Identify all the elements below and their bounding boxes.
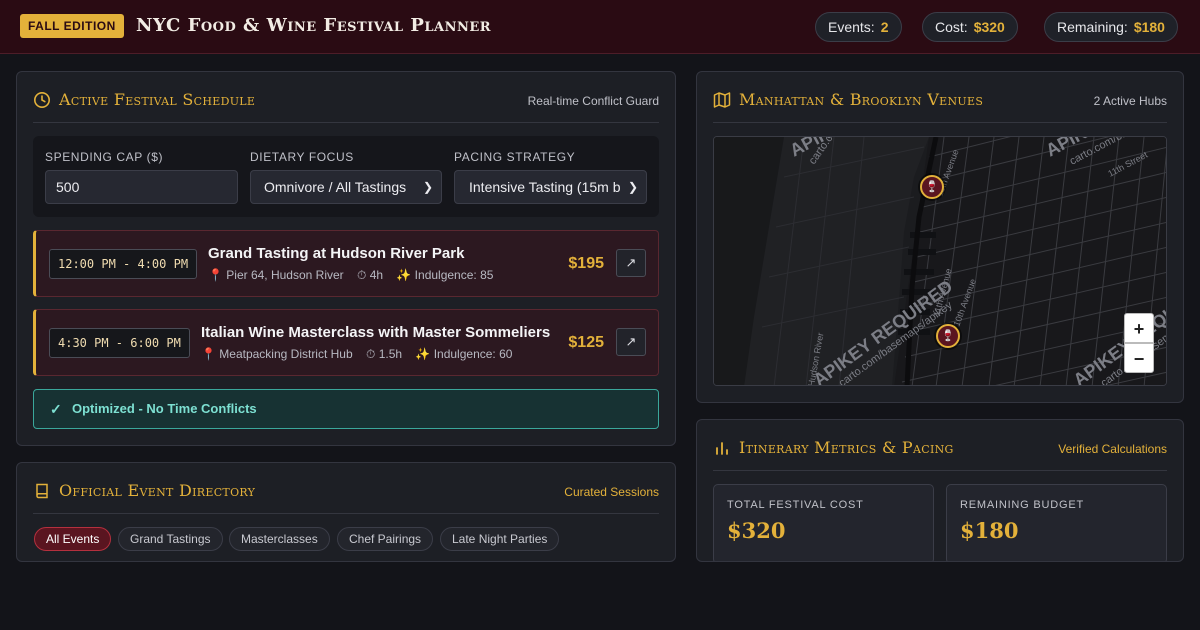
directory-title: Official Event Directory — [59, 481, 256, 500]
events-count-pill: Events: 2 — [815, 12, 902, 42]
conflict-status-text: Optimized - No Time Conflicts — [72, 401, 257, 416]
remaining-budget-card: Remaining Budget $180 — [946, 484, 1167, 561]
event-location: 📍 Pier 64, Hudson River — [208, 268, 344, 282]
total-cost-label: Total Festival Cost — [727, 499, 864, 511]
scheduled-event[interactable]: 4:30 PM - 6:00 PM Italian Wine Mastercla… — [33, 309, 659, 376]
remaining-label: Remaining: — [1057, 19, 1128, 35]
event-time: 4:30 PM - 6:00 PM — [49, 328, 190, 358]
total-cost-value: $320 — [727, 518, 786, 543]
schedule-panel-header: Active Festival Schedule Real-time Confl… — [33, 88, 659, 123]
planner-controls: Spending Cap ($) 500 Dietary Focus Omniv… — [33, 136, 659, 217]
venues-panel-header: Manhattan & Brooklyn Venues 2 Active Hub… — [713, 88, 1167, 123]
chevron-down-icon: ❯ — [418, 171, 433, 203]
total-cost-card: Total Festival Cost $320 — [713, 484, 934, 561]
zoom-in-button[interactable]: + — [1124, 313, 1154, 343]
event-meta: 📍 Meatpacking District Hub ⏱ 1.5h ✨ Indu… — [201, 347, 522, 362]
zoom-out-button[interactable]: − — [1124, 343, 1154, 373]
event-meta: 📍 Pier 64, Hudson River ⏱ 4h ✨ Indulgenc… — [208, 268, 503, 283]
dietary-focus-value: Omnivore / All Tastings — [264, 179, 407, 195]
filter-chip-late-night-parties[interactable]: Late Night Parties — [440, 527, 560, 551]
filter-chip-grand-tastings[interactable]: Grand Tastings — [118, 527, 223, 551]
app-header: FALL EDITION NYC Food & Wine Festival Pl… — [0, 0, 1200, 54]
bar-chart-icon — [716, 442, 728, 455]
events-count-value: 2 — [880, 19, 889, 35]
event-duration: ⏱ 1.5h — [366, 347, 403, 361]
conflict-guard-label: Real-time Conflict Guard — [527, 94, 659, 108]
cost-label: Cost: — [935, 19, 968, 35]
remaining-budget-label: Remaining Budget — [960, 499, 1085, 511]
remaining-budget-value: $180 — [960, 518, 1019, 543]
check-icon: ✓ — [50, 401, 62, 417]
filter-chip-all-events[interactable]: All Events — [34, 527, 112, 551]
cost-value: $320 — [973, 19, 1005, 35]
curated-sessions-label: Curated Sessions — [564, 485, 659, 499]
event-indulgence: ✨ Indulgence: 85 — [396, 268, 494, 282]
event-indulgence: ✨ Indulgence: 60 — [415, 347, 513, 361]
event-title: Grand Tasting at Hudson River Park — [208, 245, 465, 262]
cost-pill: Cost: $320 — [922, 12, 1018, 42]
events-count-label: Events: — [828, 19, 875, 35]
venue-marker-wine-icon[interactable]: 🍷 — [920, 175, 944, 199]
metrics-panel-header: Itinerary Metrics & Pacing Verified Calc… — [713, 436, 1167, 471]
external-link-icon[interactable]: ↗ — [616, 328, 646, 356]
pacing-strategy-label: Pacing Strategy — [454, 150, 576, 164]
event-title: Italian Wine Masterclass with Master Som… — [201, 324, 551, 341]
event-time: 12:00 PM - 4:00 PM — [49, 249, 198, 279]
chevron-down-icon: ❯ — [623, 171, 638, 203]
schedule-title: Active Festival Schedule — [59, 90, 256, 109]
app-title: NYC Food & Wine Festival Planner — [136, 15, 492, 36]
scheduled-event[interactable]: 12:00 PM - 4:00 PM Grand Tasting at Huds… — [33, 230, 659, 297]
metrics-panel: Itinerary Metrics & Pacing Verified Calc… — [696, 419, 1184, 562]
map-icon — [713, 92, 731, 108]
remaining-value: $180 — [1133, 19, 1165, 35]
dietary-focus-select[interactable]: Omnivore / All Tastings ❯ — [250, 170, 442, 204]
event-duration: ⏱ 4h — [357, 268, 384, 282]
venues-panel: Manhattan & Brooklyn Venues 2 Active Hub… — [696, 71, 1184, 403]
schedule-panel: Active Festival Schedule Real-time Confl… — [16, 71, 676, 446]
event-price: $125 — [568, 334, 604, 351]
filter-chip-chef-pairings[interactable]: Chef Pairings — [337, 527, 434, 551]
external-link-icon[interactable]: ↗ — [616, 249, 646, 277]
verified-calculations-label: Verified Calculations — [1058, 442, 1167, 456]
event-price: $195 — [568, 255, 604, 272]
map-tiles: APIKEY REQUIRED carto.com/basemaps/apike… — [714, 137, 1166, 385]
filter-chip-masterclasses[interactable]: Masterclasses — [229, 527, 330, 551]
active-hubs-label: 2 Active Hubs — [1093, 94, 1167, 108]
conflict-status-banner: ✓ Optimized - No Time Conflicts — [33, 389, 659, 429]
pacing-strategy-value: Intensive Tasting (15m b — [469, 179, 621, 195]
edition-badge: FALL EDITION — [20, 14, 124, 38]
spending-cap-label: Spending Cap ($) — [45, 150, 164, 164]
venue-map[interactable]: APIKEY REQUIRED carto.com/basemaps/apike… — [713, 136, 1167, 386]
metrics-title: Itinerary Metrics & Pacing — [739, 438, 954, 457]
event-directory-panel: Official Event Directory Curated Session… — [16, 462, 676, 562]
book-icon — [36, 483, 48, 499]
clock-icon — [34, 92, 50, 108]
remaining-pill: Remaining: $180 — [1044, 12, 1178, 42]
pacing-strategy-select[interactable]: Intensive Tasting (15m b ❯ — [454, 170, 647, 204]
event-location: 📍 Meatpacking District Hub — [201, 347, 353, 361]
venues-title: Manhattan & Brooklyn Venues — [739, 90, 984, 109]
spending-cap-input[interactable]: 500 — [45, 170, 238, 204]
directory-panel-header: Official Event Directory Curated Session… — [33, 479, 659, 514]
dietary-focus-label: Dietary Focus — [250, 150, 354, 164]
venue-marker-wine-icon[interactable]: 🍷 — [936, 324, 960, 348]
